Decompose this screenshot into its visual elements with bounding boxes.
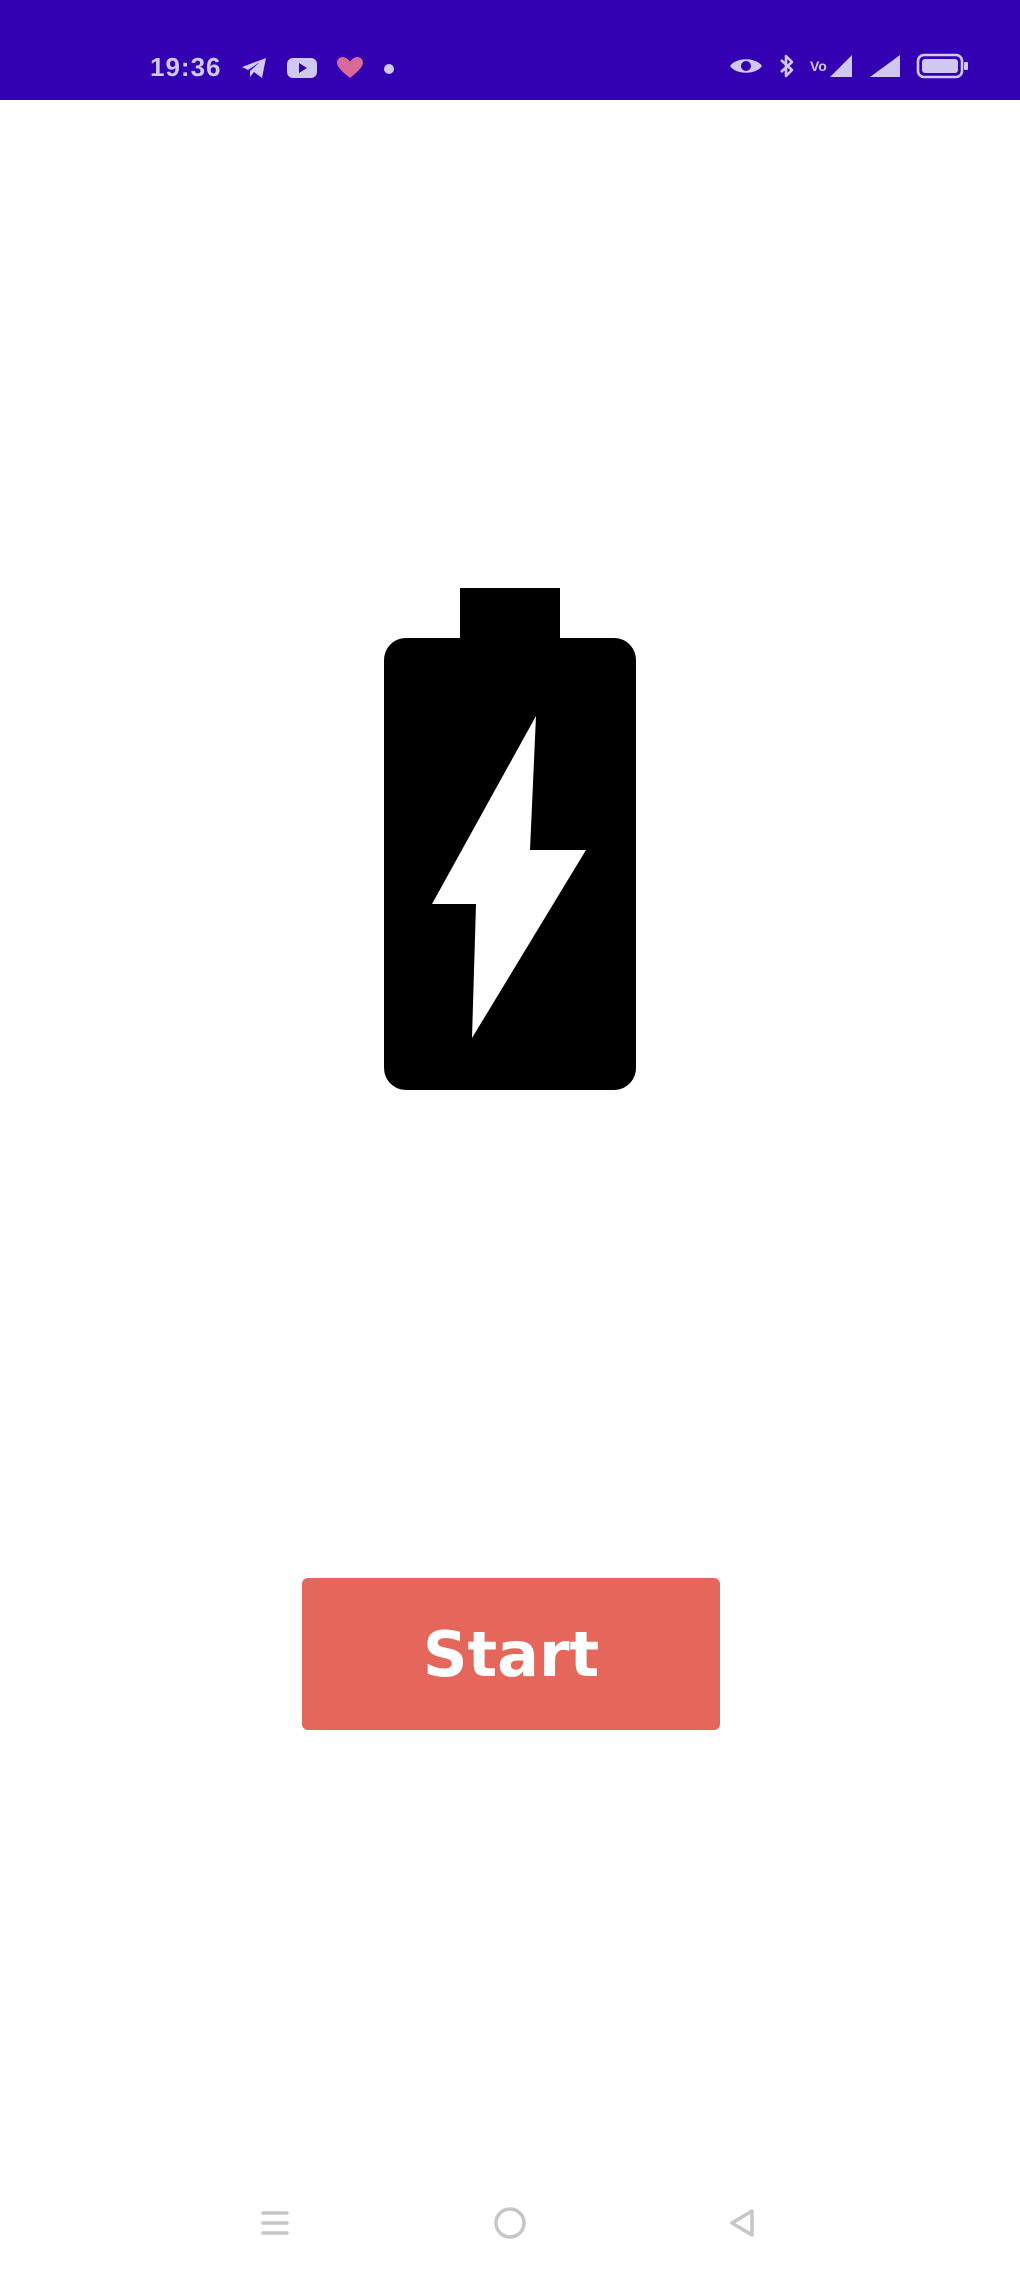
telegram-icon xyxy=(241,57,266,78)
battery-status-icon xyxy=(916,53,968,79)
signal-1-icon: Vo xyxy=(810,55,852,77)
bluetooth-icon xyxy=(780,54,794,78)
signal-2-icon xyxy=(870,55,900,77)
start-button[interactable]: Start xyxy=(302,1578,720,1730)
recent-apps-button[interactable] xyxy=(245,2198,305,2248)
back-button[interactable] xyxy=(712,2198,772,2248)
status-right-group: Vo xyxy=(728,52,970,80)
navigation-bar xyxy=(0,2180,1020,2270)
recent-apps-icon xyxy=(261,2211,289,2235)
status-time: 19:36 xyxy=(150,52,222,82)
youtube-icon xyxy=(286,57,317,78)
home-icon xyxy=(494,2207,526,2239)
svg-text:Vo: Vo xyxy=(810,58,827,74)
dot-icon xyxy=(383,63,394,74)
battery-charging-icon xyxy=(384,588,636,1090)
status-bar: 19:36 Vo xyxy=(0,0,1020,100)
home-button[interactable] xyxy=(480,2198,540,2248)
status-left-group: 19:36 xyxy=(150,52,396,83)
heart-icon xyxy=(336,56,363,78)
eye-icon xyxy=(730,59,762,73)
battery-charging-graphic xyxy=(384,588,636,1090)
back-icon xyxy=(730,2209,754,2237)
